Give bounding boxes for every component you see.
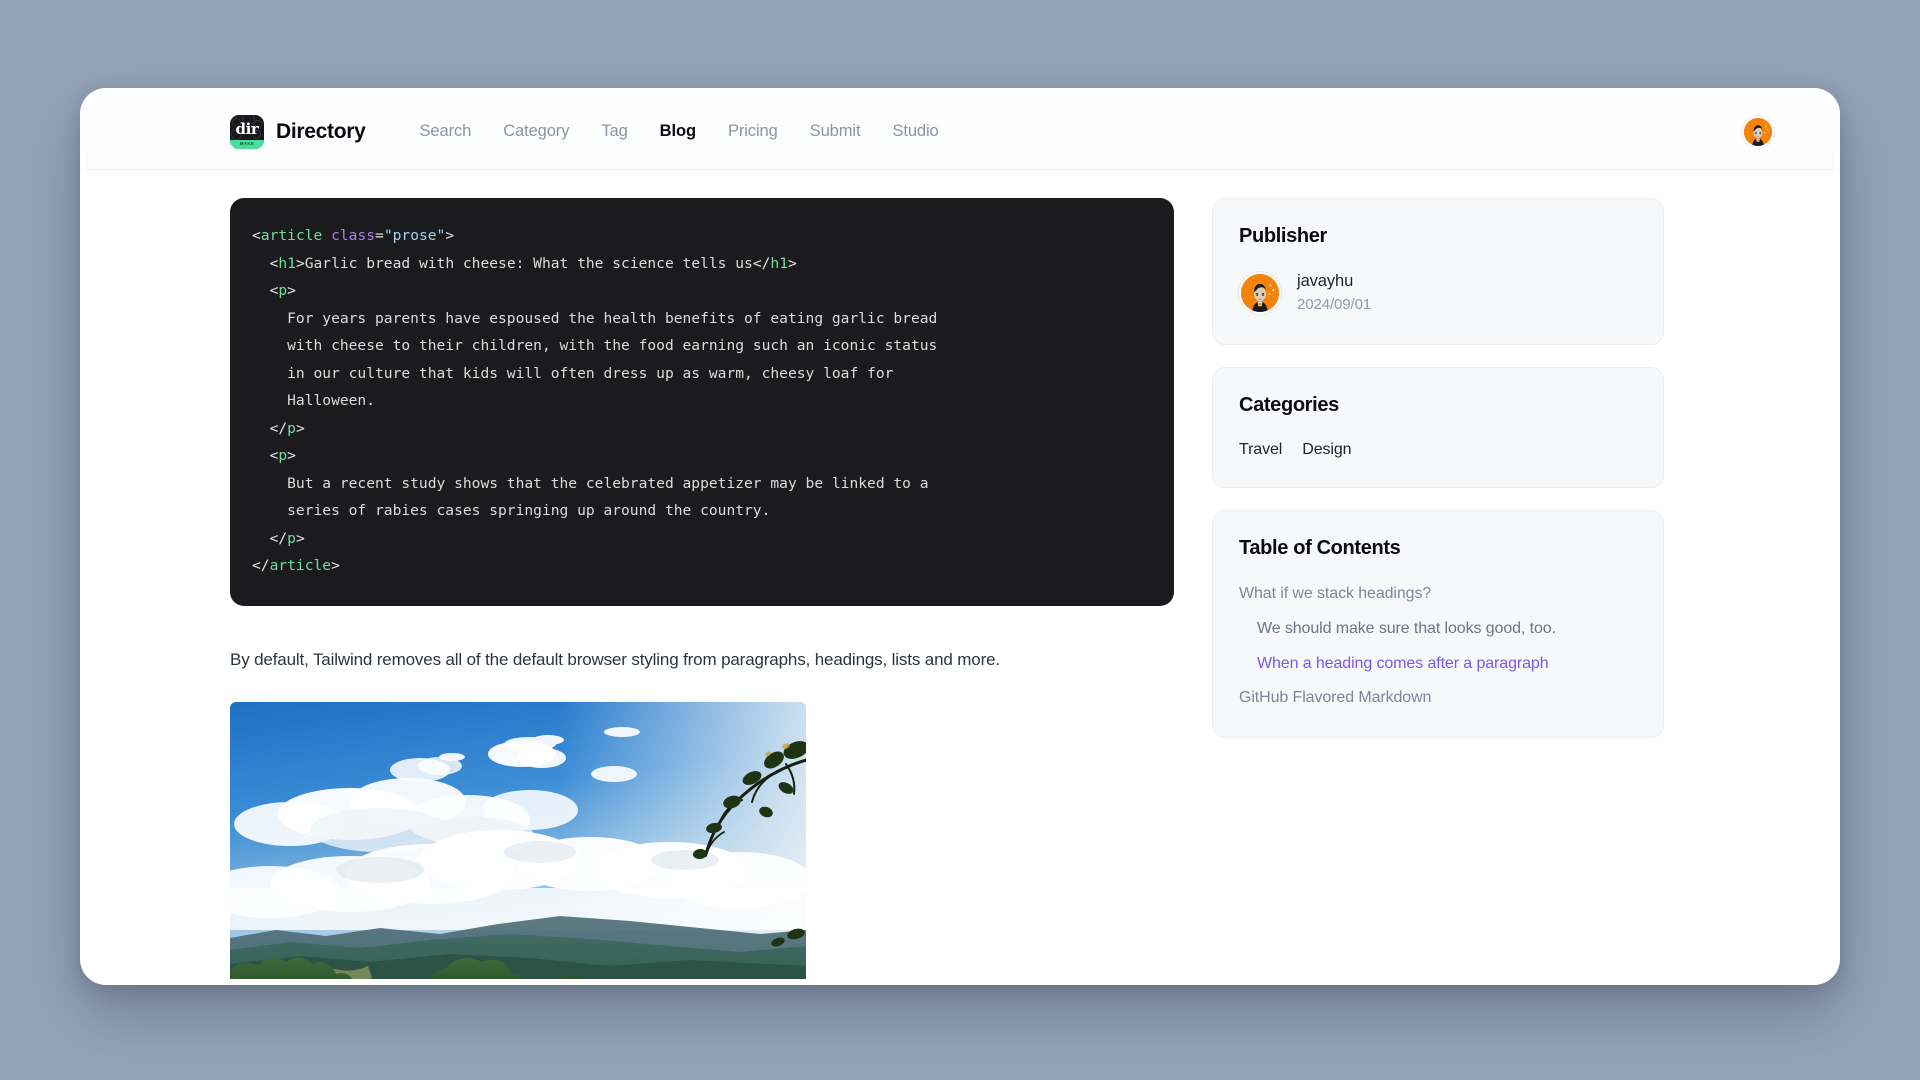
- code-token-str: "prose": [383, 227, 446, 244]
- code-token-punc: <: [252, 227, 261, 244]
- article-content: <article class="prose"> <h1>Garlic bread…: [230, 198, 1174, 979]
- code-token-text: Halloween.: [252, 392, 376, 409]
- code-token-tag: h1: [770, 254, 788, 272]
- code-token-punc: >: [295, 254, 305, 272]
- code-token-text: in our culture that kids will often dres…: [252, 364, 894, 382]
- publisher-meta: javayhu 2024/09/01: [1297, 270, 1371, 316]
- code-token-text: But a recent study shows that the celebr…: [252, 474, 929, 492]
- toc-item-3[interactable]: When a heading comes after a paragraph: [1239, 654, 1637, 675]
- code-token-tag: p: [278, 282, 288, 299]
- code-token-tag: p: [287, 529, 296, 547]
- article-paragraph: By default, Tailwind removes all of the …: [230, 649, 1000, 669]
- code-token-punc: >: [287, 282, 296, 299]
- header-actions: [1742, 115, 1774, 148]
- categories-list: Travel Design: [1239, 441, 1637, 459]
- nav-item-tag[interactable]: Tag: [601, 122, 627, 141]
- brand-logo-link[interactable]: dir MAKE Directory: [230, 114, 366, 149]
- site-header: dir MAKE Directory Search Category Tag B…: [86, 94, 1834, 170]
- code-token-punc: =: [375, 227, 384, 244]
- toc-item-2[interactable]: We should make sure that looks good, too…: [1239, 619, 1637, 640]
- code-token-tag: p: [287, 419, 296, 437]
- code-token-punc: <: [252, 254, 279, 272]
- nav-item-search[interactable]: Search: [420, 122, 472, 141]
- code-token-punc: </: [752, 254, 771, 272]
- logo-band-text: MAKE: [239, 140, 255, 146]
- publisher-date: 2024/09/01: [1297, 296, 1372, 314]
- code-token-punc: <: [252, 447, 279, 464]
- code-block: <article class="prose"> <h1>Garlic bread…: [230, 198, 1174, 606]
- code-token-punc: </: [252, 529, 288, 547]
- code-token-punc: >: [331, 557, 340, 574]
- toc-item-1[interactable]: What if we stack headings?: [1239, 584, 1637, 605]
- publisher-card: Publisher javayhu 2024/09/01: [1212, 198, 1664, 346]
- code-token-punc: >: [287, 447, 296, 464]
- category-item-travel[interactable]: Travel: [1239, 441, 1282, 459]
- code-token-punc: <: [252, 282, 279, 299]
- code-token-attr: class: [331, 227, 376, 244]
- code-token-punc: </: [252, 419, 288, 437]
- code-token-tag: p: [278, 447, 288, 464]
- code-token-punc: </: [252, 557, 270, 574]
- code-token-text: with cheese to their children, with the …: [252, 337, 938, 354]
- article-sidebar: Publisher javayhu 2024/09/01 Categories …: [1212, 198, 1664, 979]
- code-token-tag: article: [260, 227, 323, 244]
- code-token-text: For years parents have espoused the heal…: [252, 309, 938, 327]
- publisher-card-title: Publisher: [1239, 225, 1327, 247]
- code-token-punc: >: [295, 419, 305, 437]
- publisher-avatar: [1239, 272, 1281, 314]
- code-token-punc: >: [788, 254, 797, 272]
- category-item-design[interactable]: Design: [1302, 441, 1351, 459]
- nav-item-studio[interactable]: Studio: [892, 122, 938, 141]
- logo-mark-text: dir: [235, 120, 259, 138]
- logo-band: MAKE: [230, 139, 264, 149]
- publisher-row[interactable]: javayhu 2024/09/01: [1239, 270, 1637, 316]
- code-token-punc: [322, 227, 331, 244]
- code-token-punc: >: [445, 227, 455, 244]
- toc-card-title: Table of Contents: [1239, 537, 1401, 560]
- dir-logo-icon: dir MAKE: [230, 114, 264, 149]
- nav-item-pricing[interactable]: Pricing: [728, 122, 778, 141]
- primary-nav: Search Category Tag Blog Pricing Submit …: [420, 122, 939, 141]
- code-token-punc: >: [295, 529, 305, 547]
- brand-name: Directory: [276, 119, 366, 143]
- code-token-tag: article: [269, 557, 332, 574]
- account-avatar[interactable]: [1742, 115, 1774, 148]
- nav-item-category[interactable]: Category: [503, 122, 569, 141]
- toc-item-4[interactable]: GitHub Flavored Markdown: [1239, 688, 1637, 709]
- table-of-contents-card: Table of Contents What if we stack headi…: [1212, 510, 1664, 739]
- code-token-text: series of rabies cases springing up arou…: [252, 502, 771, 519]
- window-content: dir MAKE Directory Search Category Tag B…: [86, 94, 1834, 979]
- code-token-tag: h1: [278, 254, 296, 272]
- browser-window: dir MAKE Directory Search Category Tag B…: [80, 88, 1840, 985]
- code-token-text: Garlic bread with cheese: What the scien…: [304, 254, 753, 272]
- categories-card-title: Categories: [1239, 394, 1339, 417]
- toc-list: What if we stack headings? We should mak…: [1239, 584, 1637, 709]
- landscape-photo: [230, 701, 806, 979]
- categories-card: Categories Travel Design: [1212, 367, 1664, 489]
- nav-item-submit[interactable]: Submit: [810, 122, 861, 141]
- publisher-name: javayhu: [1297, 272, 1354, 290]
- nav-item-blog[interactable]: Blog: [660, 122, 696, 141]
- page-body: <article class="prose"> <h1>Garlic bread…: [86, 170, 1834, 979]
